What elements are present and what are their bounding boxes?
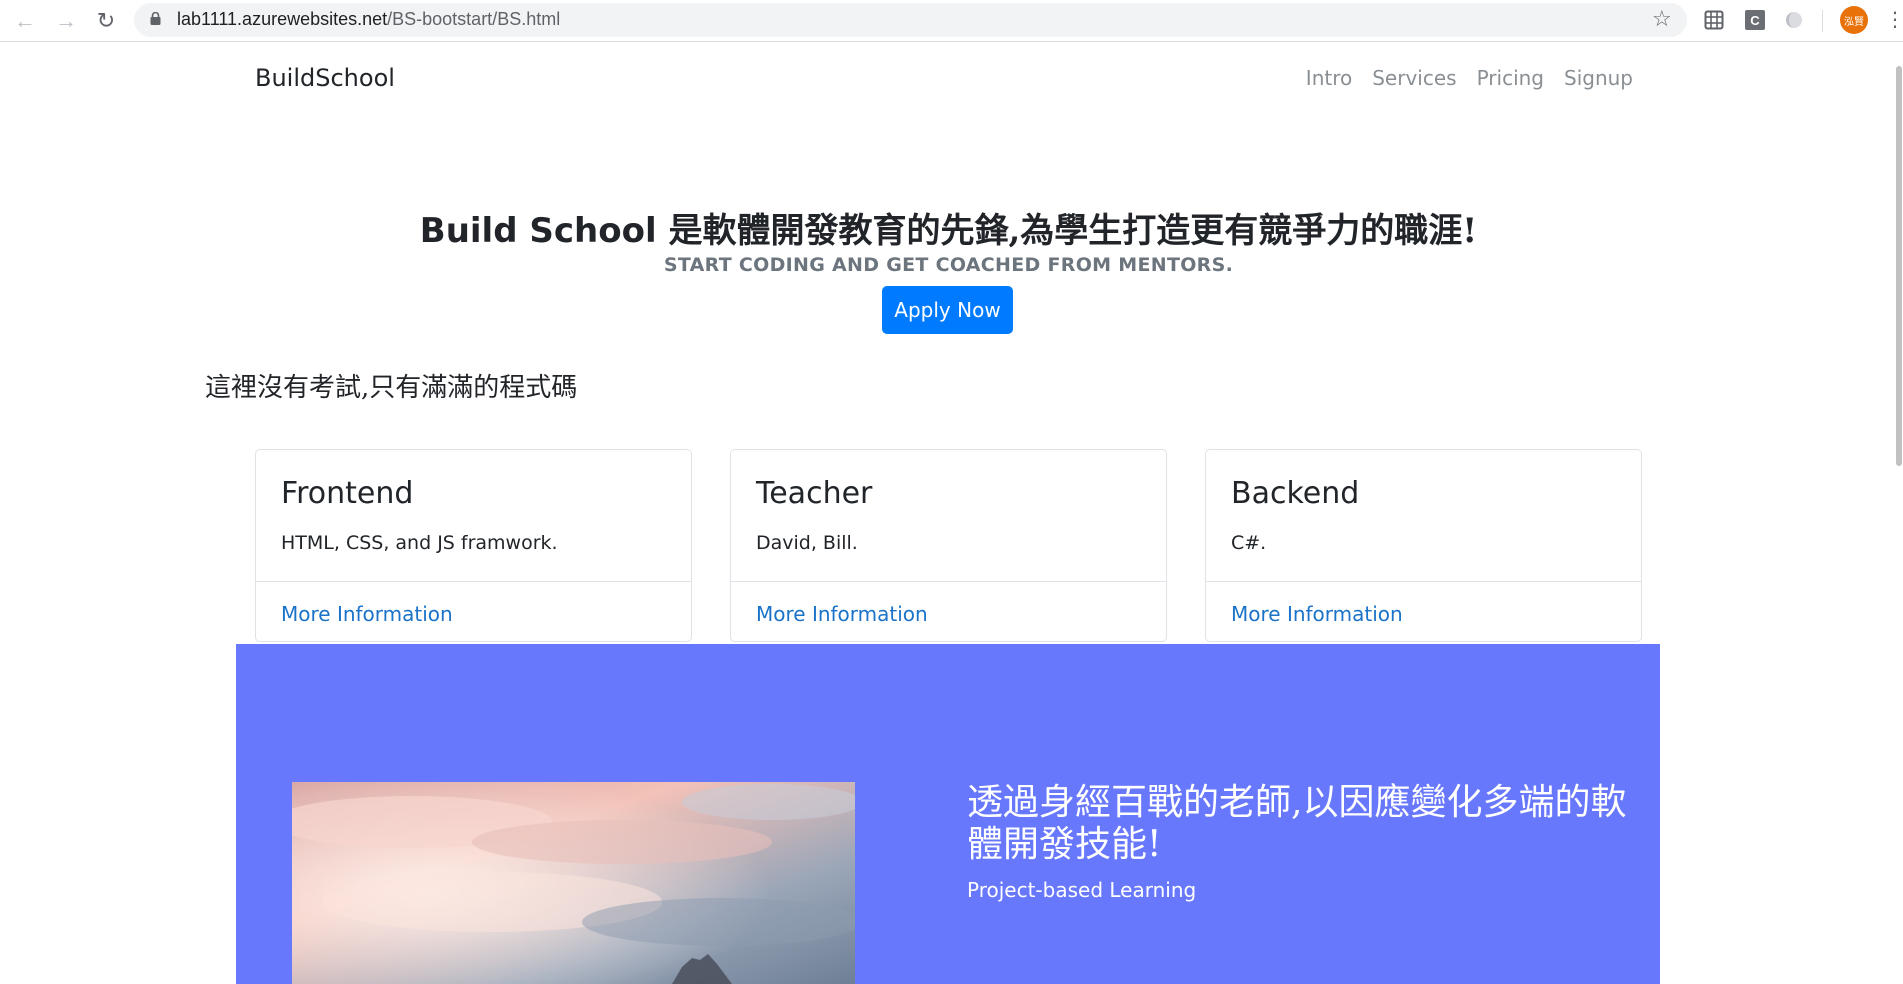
reload-icon[interactable]: ↻ (91, 6, 121, 36)
url-text[interactable]: lab1111.azurewebsites.net/BS-bootstart/B… (177, 9, 560, 30)
feature-subtitle: Project-based Learning (967, 878, 1197, 902)
extension-c-icon[interactable]: C (1745, 10, 1765, 30)
nav-link-pricing[interactable]: Pricing (1477, 66, 1544, 90)
extension-moon-icon[interactable] (1784, 10, 1804, 30)
toolbar-divider (1822, 10, 1823, 32)
hero-title-brand: Build School (419, 211, 657, 251)
hero-title-tagline: 是軟體開發教育的先鋒,為學生打造更有競爭力的職涯! (656, 211, 1478, 251)
back-icon[interactable]: ← (10, 6, 40, 36)
card-teacher: Teacher David, Bill. More Information (730, 449, 1167, 642)
lock-icon (150, 12, 161, 25)
card-backend: Backend C#. More Information (1205, 449, 1642, 642)
browser-toolbar: ← → ↻ lab1111.azurewebsites.net/BS-boots… (0, 0, 1903, 42)
card-text: C#. (1231, 532, 1267, 554)
card-title: Frontend (281, 476, 414, 511)
extension-grid-icon[interactable] (1704, 10, 1724, 30)
apply-now-button[interactable]: Apply Now (882, 286, 1013, 334)
browser-menu-icon[interactable]: ⋮ (1885, 8, 1903, 32)
nav-link-intro[interactable]: Intro (1306, 66, 1352, 90)
card-footer: More Information (256, 581, 691, 641)
card-footer: More Information (1206, 581, 1641, 641)
more-information-link[interactable]: More Information (281, 602, 453, 626)
hero-subtitle: START CODING AND GET COACHED FROM MENTOR… (663, 254, 1234, 276)
feature-heading: 透過身經百戰的老師,以因應變化多端的軟體開發技能! (967, 782, 1627, 865)
profile-avatar[interactable]: 泓賢 (1840, 6, 1868, 34)
card-frontend: Frontend HTML, CSS, and JS framwork. Mor… (255, 449, 692, 642)
navbar-brand[interactable]: BuildSchool (255, 64, 395, 92)
forward-icon[interactable]: → (51, 6, 81, 36)
card-title: Backend (1231, 476, 1360, 511)
hero-title: Build School 是軟體開發教育的先鋒,為學生打造更有競爭力的職涯! (0, 203, 1897, 252)
navbar-links: Intro Services Pricing Signup (1306, 66, 1633, 90)
card-text: HTML, CSS, and JS framwork. (281, 532, 558, 554)
card-text: David, Bill. (756, 532, 858, 554)
card-title: Teacher (756, 476, 873, 511)
feature-section: 透過身經百戰的老師,以因應變化多端的軟體開發技能! Project-based … (236, 644, 1660, 984)
card-footer: More Information (731, 581, 1166, 641)
section-heading: 這裡沒有考試,只有滿滿的程式碼 (205, 373, 578, 403)
more-information-link[interactable]: More Information (1231, 602, 1403, 626)
mountain-sky-image (292, 782, 855, 984)
nav-link-services[interactable]: Services (1372, 66, 1456, 90)
bookmark-star-icon[interactable]: ☆ (1652, 6, 1672, 32)
more-information-link[interactable]: More Information (756, 602, 928, 626)
nav-link-signup[interactable]: Signup (1564, 66, 1633, 90)
